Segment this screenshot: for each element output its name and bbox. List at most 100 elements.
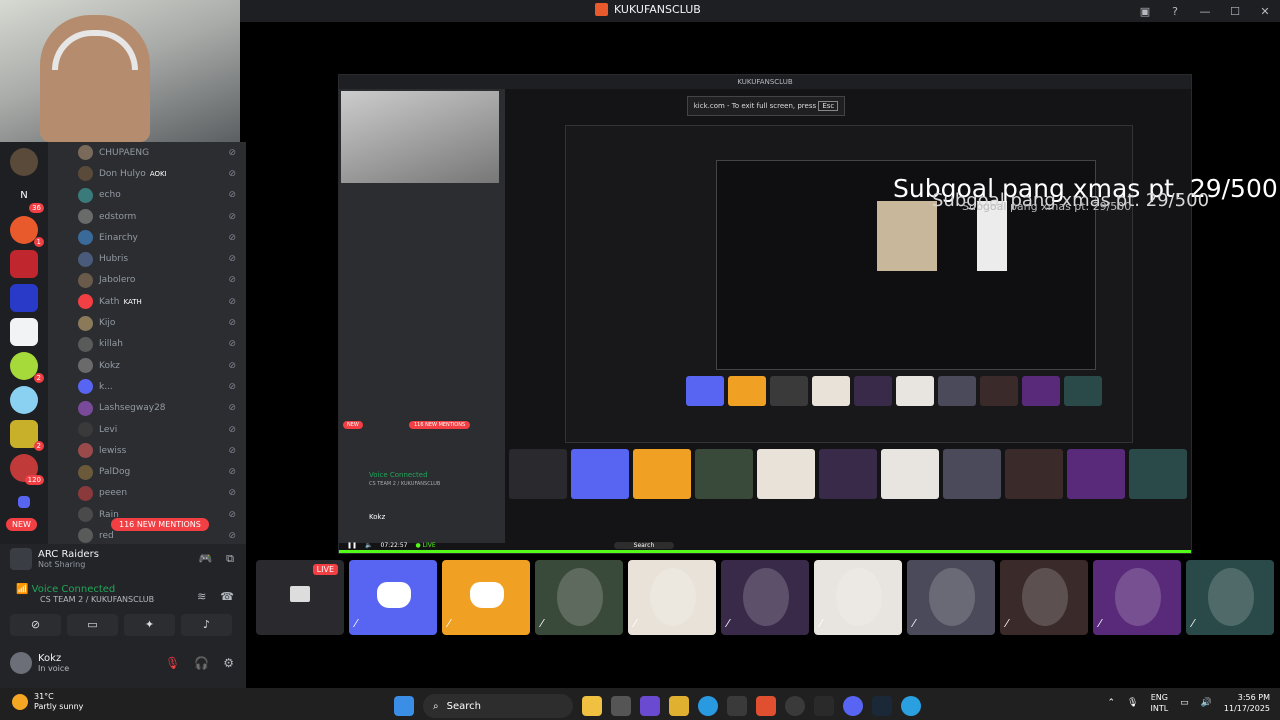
member-item[interactable]: k... ⊘ bbox=[48, 376, 246, 397]
live-indicator: ● LIVE bbox=[415, 541, 436, 549]
inbox-icon[interactable]: ▣ bbox=[1130, 5, 1160, 18]
activities-button[interactable]: ✦ bbox=[124, 614, 175, 636]
voice-tile[interactable]: ⁄ bbox=[535, 560, 623, 635]
deafened-icon: ⊘ bbox=[228, 403, 236, 414]
deafened-icon: ⊘ bbox=[228, 424, 236, 435]
copilot-icon[interactable] bbox=[640, 696, 660, 716]
participant-avatar bbox=[1115, 568, 1161, 626]
volume-icon[interactable]: 🔊 bbox=[1201, 698, 1212, 708]
language-indicator[interactable]: ENG INTL bbox=[1150, 692, 1168, 714]
avatar bbox=[78, 209, 93, 225]
server-icon-4[interactable] bbox=[10, 284, 38, 312]
mic-muted-icon: ⁄ bbox=[1006, 617, 1008, 630]
voice-tile[interactable]: ⁄ bbox=[628, 560, 716, 635]
voice-tile[interactable]: ⁄ bbox=[1186, 560, 1274, 635]
windows-start-icon[interactable] bbox=[394, 696, 414, 716]
camera-off-button[interactable]: ⊘ bbox=[10, 614, 61, 636]
headphones-icon[interactable]: 🎧 bbox=[194, 656, 209, 670]
server-icon-n[interactable]: N 36 bbox=[10, 182, 44, 213]
mic-icon[interactable]: 🎙 bbox=[1127, 698, 1138, 708]
maximize-button[interactable]: ☐ bbox=[1220, 5, 1250, 18]
telegram-icon[interactable] bbox=[901, 696, 921, 716]
member-item[interactable]: edstorm ⊘ bbox=[48, 206, 246, 227]
member-item[interactable]: Levi ⊘ bbox=[48, 419, 246, 440]
avatar bbox=[78, 294, 93, 310]
close-button[interactable]: ✕ bbox=[1250, 5, 1280, 18]
member-item[interactable]: killah ⊘ bbox=[48, 334, 246, 355]
help-icon[interactable]: ? bbox=[1160, 5, 1190, 18]
member-item[interactable]: Jabolero ⊘ bbox=[48, 270, 246, 291]
mic-muted-icon[interactable]: 🎙 bbox=[165, 656, 180, 670]
voice-tile[interactable]: ⁄ bbox=[907, 560, 995, 635]
member-item[interactable]: lewiss ⊘ bbox=[48, 440, 246, 461]
network-icon[interactable]: ▭ bbox=[1180, 698, 1189, 708]
member-name: CHUPAENG bbox=[99, 147, 150, 158]
nested-tile bbox=[812, 376, 850, 406]
pause-icon[interactable]: ❚❚ bbox=[347, 542, 357, 549]
app-icon[interactable] bbox=[785, 696, 805, 716]
member-tag: KATH bbox=[123, 297, 142, 306]
member-item[interactable]: Kokz ⊘ bbox=[48, 355, 246, 376]
chevron-up-icon[interactable]: ⌃ bbox=[1107, 698, 1115, 708]
voice-tile[interactable]: ⁄ bbox=[1000, 560, 1088, 635]
noise-suppression-icon[interactable]: ≋ bbox=[197, 590, 206, 603]
member-item[interactable]: Kath KATH ⊘ bbox=[48, 291, 246, 312]
voice-tile[interactable]: ⁄ bbox=[442, 560, 530, 635]
member-item[interactable]: Don Hulyo AOKI ⊘ bbox=[48, 163, 246, 184]
voice-tile[interactable]: ⁄ bbox=[721, 560, 809, 635]
member-item[interactable]: Kijo ⊘ bbox=[48, 312, 246, 333]
controller-icon[interactable]: 🎮 bbox=[198, 552, 212, 566]
server-icon-9[interactable]: 120 bbox=[10, 454, 44, 485]
disconnect-icon[interactable]: ☎ bbox=[220, 590, 234, 603]
member-item[interactable]: Lashsegway28 ⊘ bbox=[48, 398, 246, 419]
member-item[interactable]: Einarchy ⊘ bbox=[48, 227, 246, 248]
avatar bbox=[78, 485, 93, 501]
weather-widget[interactable]: 31°C Partly sunny bbox=[12, 692, 83, 712]
member-item[interactable]: Hubris ⊘ bbox=[48, 248, 246, 269]
share-screen-icon[interactable]: ⧉ bbox=[226, 552, 234, 566]
voice-tile[interactable]: ⁄ bbox=[1093, 560, 1181, 635]
taskbar-search[interactable]: ⌕ Search bbox=[423, 694, 573, 718]
member-item[interactable]: CHUPAENG ⊘ bbox=[48, 142, 246, 163]
deafened-icon: ⊘ bbox=[228, 445, 236, 456]
task-view-icon[interactable] bbox=[611, 696, 631, 716]
file-explorer-icon[interactable] bbox=[669, 696, 689, 716]
server-icon-5[interactable] bbox=[10, 318, 38, 346]
voice-channel[interactable]: CS TEAM 2 / KUKUFANSCLUB bbox=[40, 595, 154, 604]
new-badge[interactable]: NEW bbox=[6, 518, 37, 531]
voice-tile[interactable]: LIVE bbox=[256, 560, 344, 635]
clock[interactable]: 3:56 PM 11/17/2025 bbox=[1224, 692, 1270, 714]
discord-icon[interactable] bbox=[843, 696, 863, 716]
server-icon-7[interactable] bbox=[10, 386, 38, 414]
inner-tile bbox=[571, 449, 629, 499]
folder-icon[interactable] bbox=[18, 496, 30, 508]
member-item[interactable]: echo ⊘ bbox=[48, 185, 246, 206]
participant-avatar bbox=[743, 568, 789, 626]
server-icon-6[interactable]: 2 bbox=[10, 352, 44, 383]
voice-tile[interactable]: ⁄ bbox=[349, 560, 437, 635]
server-icon-3[interactable] bbox=[10, 250, 38, 278]
edge-icon[interactable] bbox=[698, 696, 718, 716]
app-icon[interactable] bbox=[814, 696, 834, 716]
member-item[interactable]: peeen ⊘ bbox=[48, 483, 246, 504]
store-icon[interactable] bbox=[727, 696, 747, 716]
brave-icon[interactable] bbox=[756, 696, 776, 716]
volume-icon[interactable]: 🔈 bbox=[365, 542, 372, 549]
server-icon-2[interactable]: 1 bbox=[10, 216, 44, 247]
participant-avatar bbox=[557, 568, 603, 626]
settings-icon[interactable]: ⚙ bbox=[223, 656, 234, 670]
server-icon-1[interactable] bbox=[10, 148, 38, 176]
voice-tile[interactable]: ⁄ bbox=[814, 560, 902, 635]
steam-icon[interactable] bbox=[872, 696, 892, 716]
inner-tile bbox=[1005, 449, 1063, 499]
minimize-button[interactable]: — bbox=[1190, 5, 1220, 18]
user-info[interactable]: Kokz In voice bbox=[10, 652, 69, 674]
discord-logo-icon bbox=[470, 582, 504, 608]
signal-icon: 📶 bbox=[16, 584, 29, 595]
mentions-badge[interactable]: 116 NEW MENTIONS bbox=[111, 518, 209, 531]
screen-share-button[interactable]: ▭ bbox=[67, 614, 118, 636]
soundboard-button[interactable]: ♪ bbox=[181, 614, 232, 636]
server-icon-8[interactable]: 2 bbox=[10, 420, 44, 451]
participant-avatar bbox=[929, 568, 975, 626]
member-item[interactable]: PalDog ⊘ bbox=[48, 461, 246, 482]
